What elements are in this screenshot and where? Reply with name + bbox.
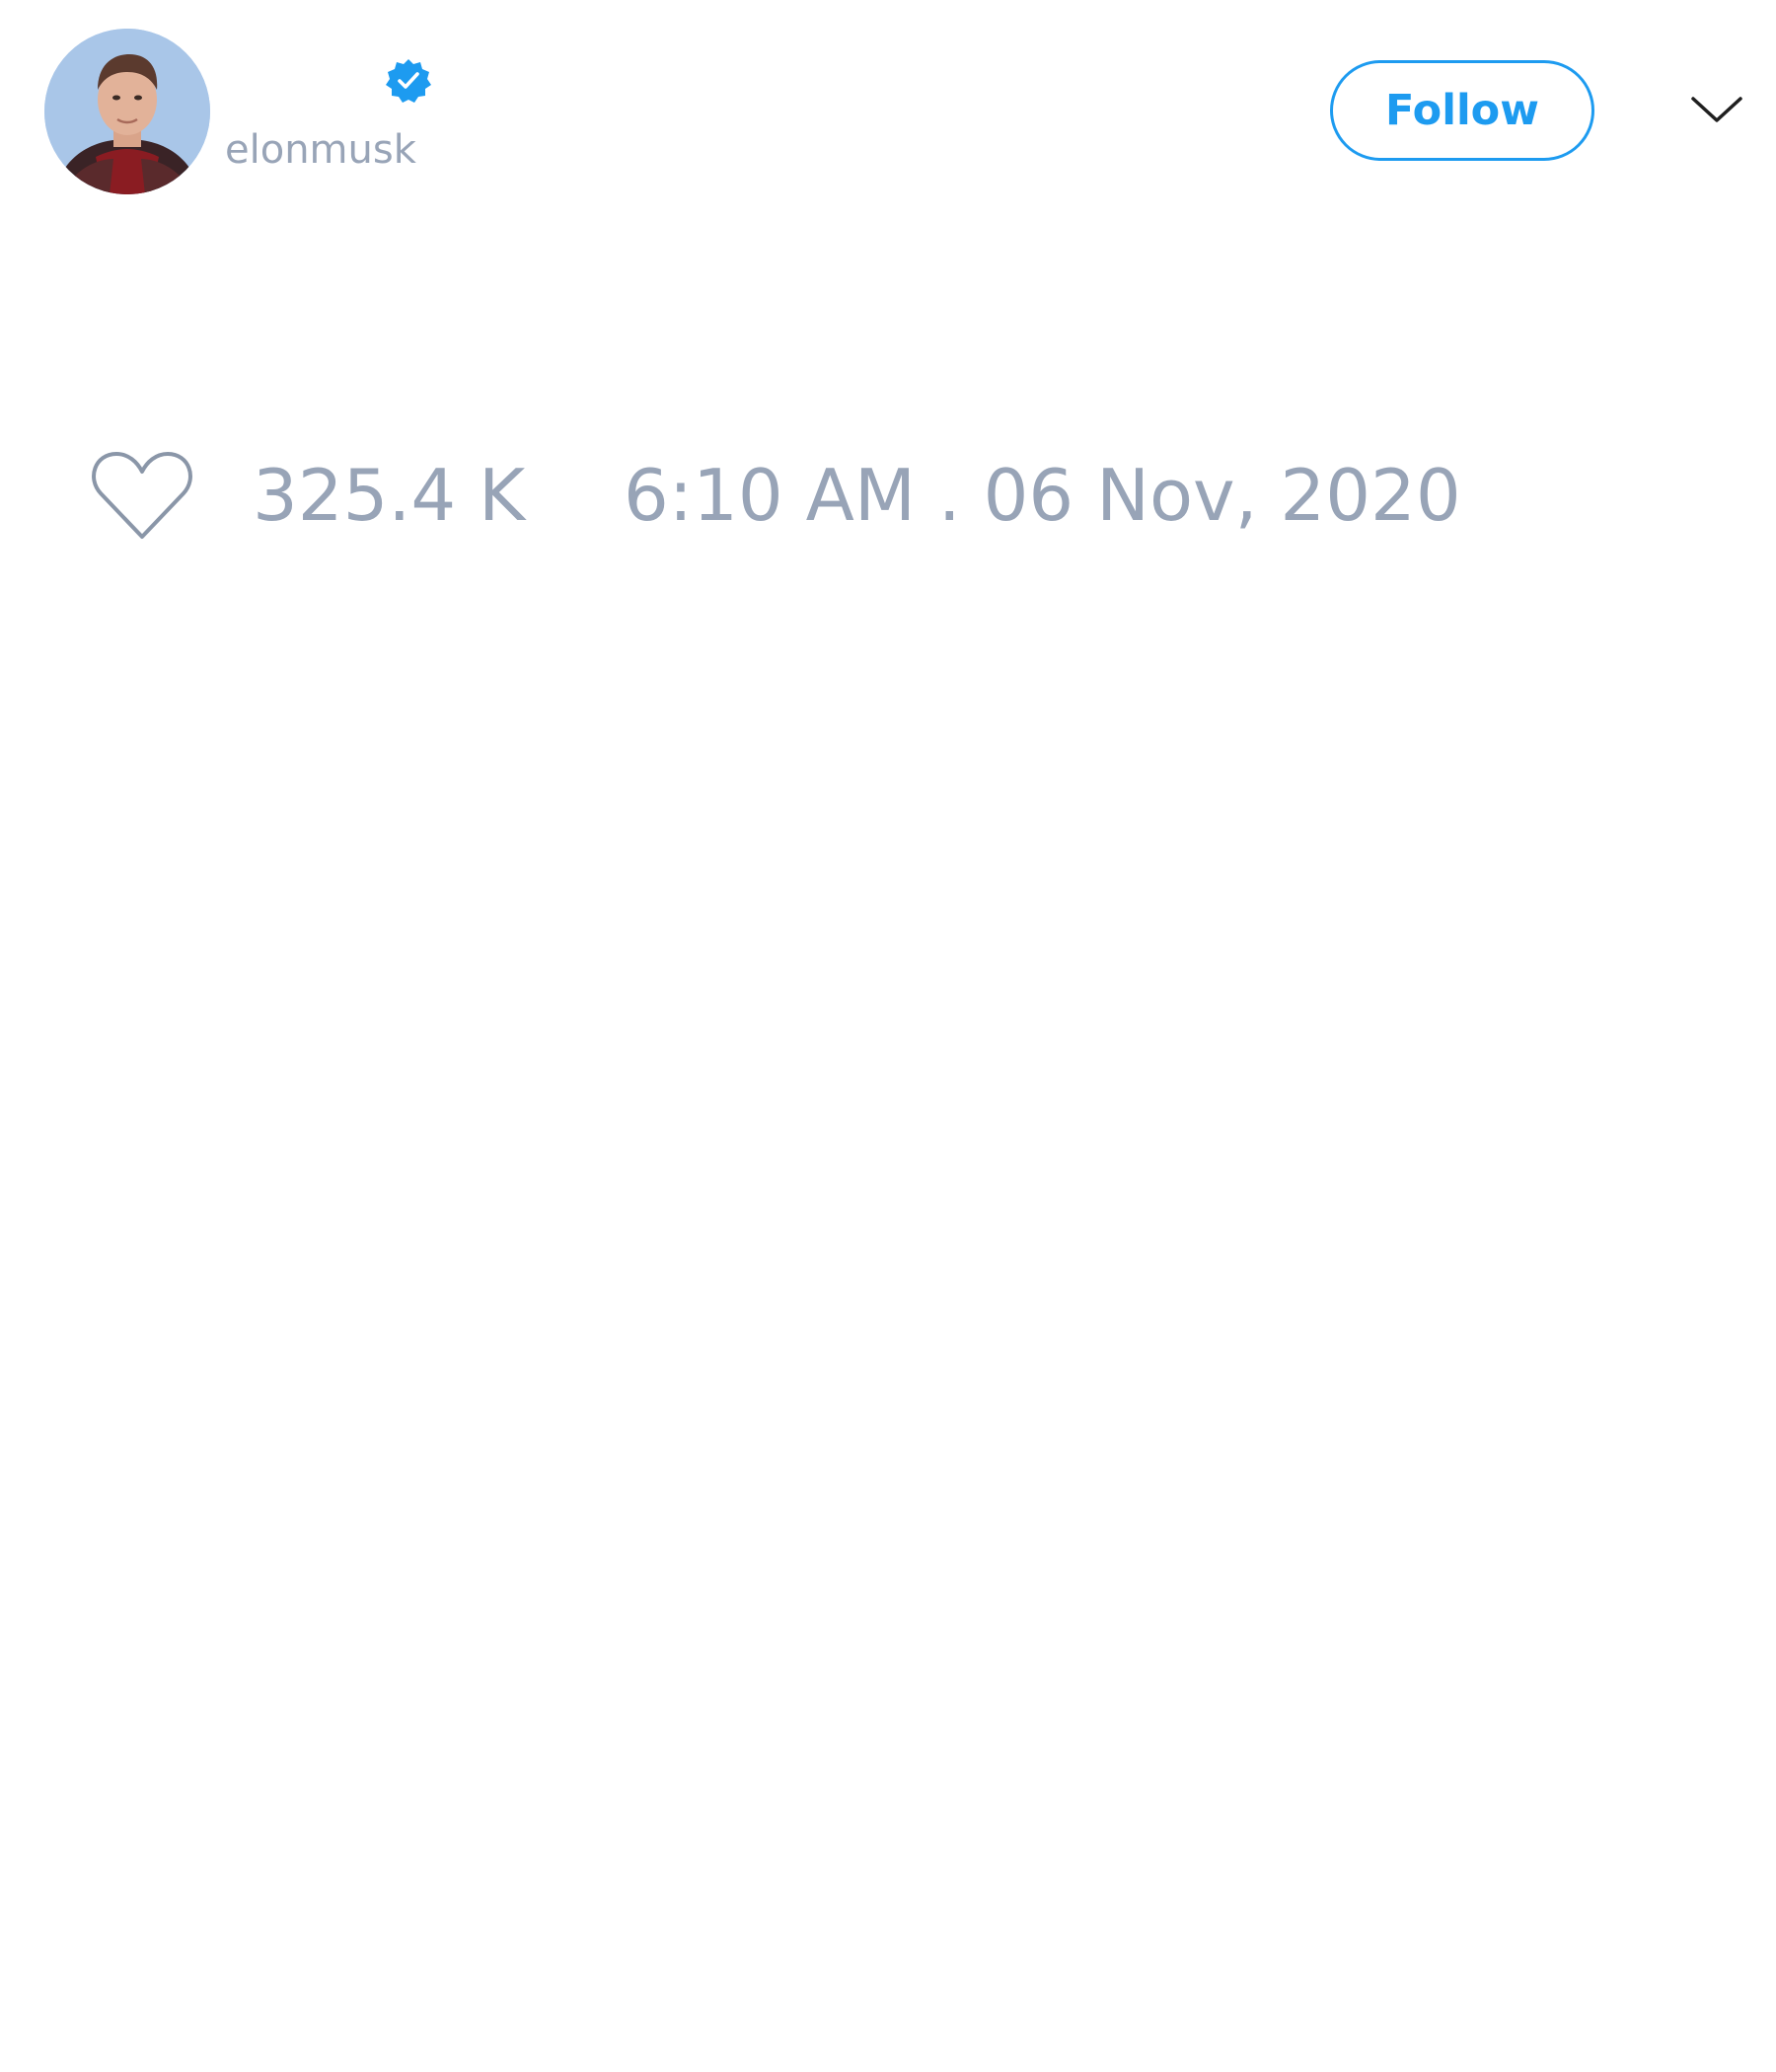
follow-button[interactable]: Follow [1330,60,1594,161]
avatar[interactable] [44,29,210,194]
like-count: 325.4 K [253,454,526,537]
avatar-photo [44,29,210,194]
heart-icon[interactable] [89,448,195,543]
verified-badge-icon [386,59,431,103]
chevron-down-icon[interactable] [1687,89,1746,128]
tweet-timestamp[interactable]: 6:10 AM . 06 Nov, 2020 [624,452,1461,539]
tweet-card: elonmusk Follow 325.4 K 6:10 AM . 06 Nov… [0,0,1776,2072]
author-handle[interactable]: elonmusk [225,122,416,178]
